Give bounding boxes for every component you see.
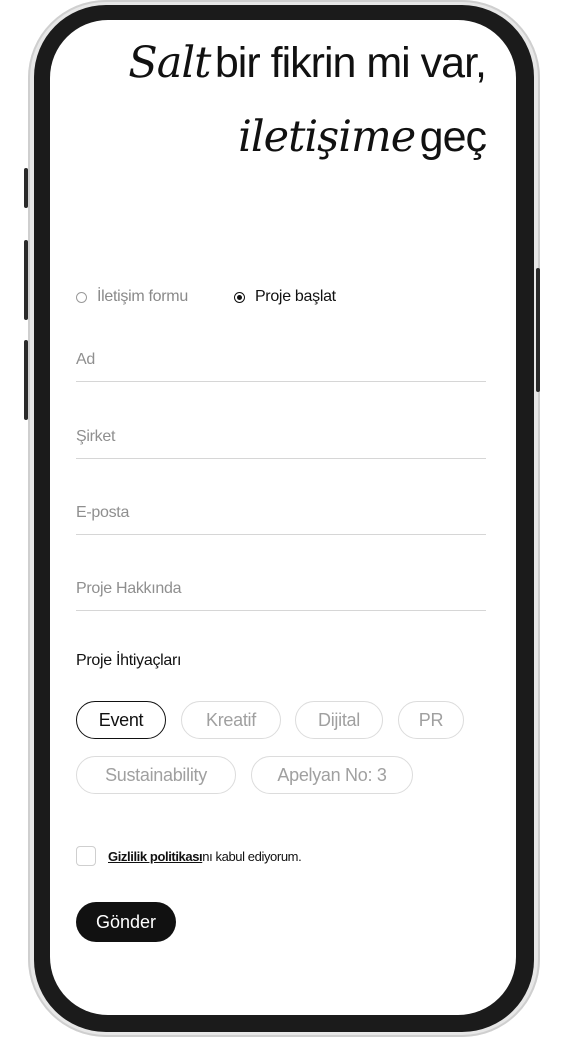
chip-event[interactable]: Event — [76, 701, 166, 739]
radio-start-project[interactable]: Proje başlat — [233, 288, 336, 306]
headline-line-1: Salt bir fikrin mi var, — [128, 38, 487, 88]
radio-contact-form[interactable]: İletişim formu — [76, 288, 188, 306]
chip-dijital[interactable]: Dijital — [295, 701, 383, 739]
phone-volume-up — [24, 240, 28, 320]
chip-sustainability[interactable]: Sustainability — [76, 756, 236, 794]
phone-mute-switch — [24, 168, 28, 208]
privacy-policy-link[interactable]: Gizlilik politikası — [108, 849, 203, 864]
submit-button[interactable]: Gönder — [76, 902, 177, 942]
privacy-consent: Gizlilik politikasını kabul ediyorum. — [76, 846, 302, 866]
headline-script-word: iletişime — [238, 112, 416, 162]
company-input[interactable] — [76, 428, 486, 459]
radio-circle-icon — [76, 291, 87, 303]
radio-checked-icon — [233, 291, 245, 303]
chip-apelyan-no-3[interactable]: Apelyan No: 3 — [251, 756, 413, 794]
privacy-checkbox[interactable] — [76, 846, 96, 866]
headline-text: bir fikrin mi var, — [214, 39, 487, 87]
project-about-input[interactable] — [76, 580, 486, 611]
headline-script-word: Salt — [128, 38, 211, 88]
phone-screen: Salt bir fikrin mi var, iletişime geç İl… — [50, 20, 516, 1015]
name-input[interactable] — [76, 351, 486, 382]
radio-label: İletişim formu — [97, 288, 188, 305]
email-input[interactable] — [76, 504, 486, 535]
headline-line-2: iletişime geç — [238, 112, 487, 162]
consent-rest-text: nı kabul ediyorum. — [202, 848, 302, 864]
chip-kreatif[interactable]: Kreatif — [181, 701, 281, 739]
headline-text: geç — [419, 113, 487, 161]
project-needs-title: Proje İhtiyaçları — [76, 652, 182, 669]
privacy-consent-text: Gizlilik politikasını kabul ediyorum. — [108, 848, 302, 864]
phone-volume-down — [24, 340, 28, 420]
form-type-radio-group: İletişim formu Proje başlat — [76, 288, 382, 306]
chip-pr[interactable]: PR — [398, 701, 464, 739]
radio-label: Proje başlat — [254, 288, 336, 305]
phone-power-button — [536, 268, 540, 392]
